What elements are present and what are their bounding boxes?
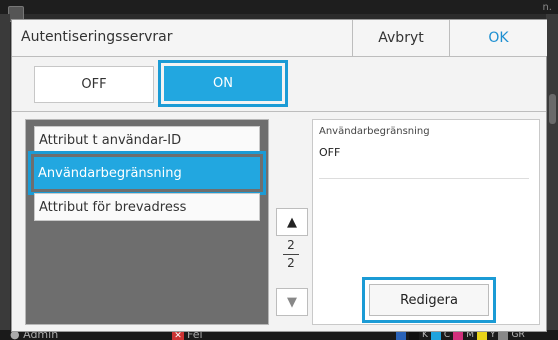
page-up-button[interactable]: ▲ (276, 208, 308, 236)
toggle-off-button[interactable]: OFF (34, 66, 154, 103)
attribute-list: Attribut t användar-ID Användarbegränsni… (25, 119, 269, 325)
background-left-edge (0, 14, 10, 334)
error-icon: ✕ (172, 331, 184, 340)
current-page: 2 (287, 238, 295, 252)
cancel-button[interactable]: Avbryt (352, 20, 449, 56)
page-down-button[interactable]: ▼ (276, 288, 308, 316)
triangle-down-icon: ▼ (287, 294, 297, 310)
list-item-user-restriction[interactable]: Användarbegränsning (28, 151, 266, 195)
ok-button[interactable]: OK (449, 20, 547, 56)
list-pager: ▲ 2 2 ▼ (276, 208, 308, 318)
background-scrollbar (549, 94, 556, 124)
detail-panel: Användarbegränsning OFF Redigera (312, 119, 540, 325)
dialog-title: Autentiseringsservrar (21, 29, 173, 45)
background-corner-text: n. (542, 2, 552, 13)
on-off-toggle-group: OFF ON (12, 57, 546, 112)
background-top-bar (0, 0, 558, 14)
list-item-mail-address-attribute[interactable]: Attribut för brevadress (34, 193, 260, 221)
page-divider (283, 254, 299, 255)
toggle-on-button[interactable]: ON (158, 60, 288, 107)
detail-divider (319, 178, 529, 179)
triangle-up-icon: ▲ (287, 214, 297, 230)
list-item-user-id-attribute[interactable]: Attribut t användar-ID (34, 126, 260, 154)
auth-server-dialog: Autentiseringsservrar Avbryt OK OFF ON A… (11, 19, 547, 332)
background-right-edge (546, 14, 558, 334)
total-pages: 2 (287, 256, 295, 270)
edit-button[interactable]: Redigera (362, 277, 496, 323)
detail-value: OFF (319, 146, 341, 159)
detail-label: Användarbegränsning (319, 126, 430, 137)
dialog-title-bar: Autentiseringsservrar Avbryt OK (12, 20, 547, 57)
